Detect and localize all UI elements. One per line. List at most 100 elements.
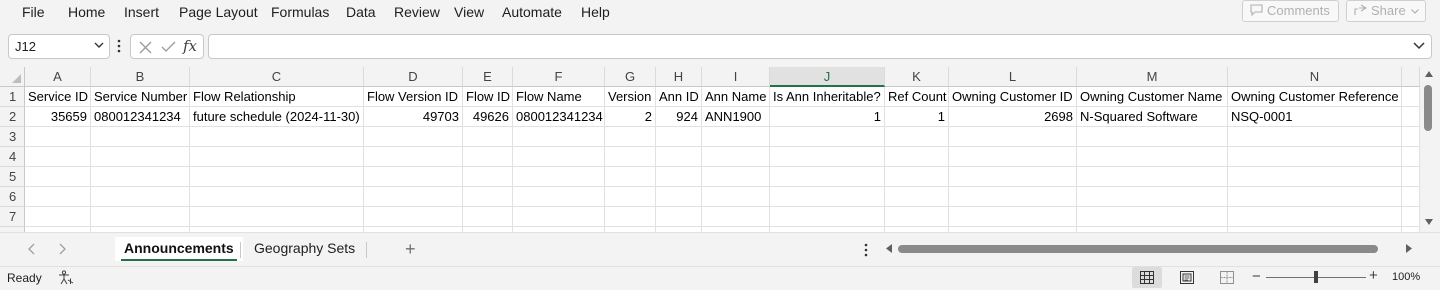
cell-c5[interactable] — [190, 167, 364, 187]
cell-l2[interactable]: 2698 — [949, 107, 1077, 127]
check-icon[interactable] — [161, 41, 176, 53]
header-cell-b[interactable]: Service Number — [91, 87, 190, 107]
header-cell-d[interactable]: Flow Version ID — [364, 87, 463, 107]
cell-o1[interactable] — [1402, 87, 1420, 107]
cell-j4[interactable] — [770, 147, 885, 167]
cell-a6[interactable] — [25, 187, 91, 207]
cell-h3[interactable] — [656, 127, 702, 147]
header-cell-f[interactable]: Flow Name — [513, 87, 605, 107]
cell-j6[interactable] — [770, 187, 885, 207]
column-header-j[interactable]: J — [770, 67, 885, 87]
cell-f3[interactable] — [513, 127, 605, 147]
previous-sheet-icon[interactable] — [27, 243, 35, 255]
cell-f7[interactable] — [513, 207, 605, 227]
cell-e3[interactable] — [463, 127, 513, 147]
header-cell-j[interactable]: Is Ann Inheritable? — [770, 87, 885, 107]
menu-file[interactable]: File — [22, 3, 45, 21]
menu-home[interactable]: Home — [68, 3, 105, 21]
cancel-icon[interactable] — [139, 41, 152, 54]
cell-i2[interactable]: ANN1900 — [702, 107, 770, 127]
cell-h5[interactable] — [656, 167, 702, 187]
column-header-f[interactable]: F — [513, 67, 605, 87]
cell-m7[interactable] — [1077, 207, 1228, 227]
header-cell-k[interactable]: Ref Count — [885, 87, 949, 107]
cell-n5[interactable] — [1228, 167, 1402, 187]
column-header-e[interactable]: E — [463, 67, 513, 87]
cell-c7[interactable] — [190, 207, 364, 227]
column-header-h[interactable]: H — [656, 67, 702, 87]
cell-g2[interactable]: 2 — [605, 107, 656, 127]
row-header-6[interactable]: 6 — [0, 187, 25, 207]
cell-l4[interactable] — [949, 147, 1077, 167]
menu-review[interactable]: Review — [394, 3, 440, 21]
cell-d6[interactable] — [364, 187, 463, 207]
cell-d4[interactable] — [364, 147, 463, 167]
cell-l5[interactable] — [949, 167, 1077, 187]
cell-k7[interactable] — [885, 207, 949, 227]
cell-o6[interactable] — [1402, 187, 1420, 207]
cell-c3[interactable] — [190, 127, 364, 147]
cell-h2[interactable]: 924 — [656, 107, 702, 127]
page-layout-view-button[interactable] — [1172, 267, 1202, 288]
cell-f6[interactable] — [513, 187, 605, 207]
column-header-k[interactable]: K — [885, 67, 949, 87]
cell-i5[interactable] — [702, 167, 770, 187]
vertical-scroll-thumb[interactable] — [1424, 85, 1432, 131]
row-header-5[interactable]: 5 — [0, 167, 25, 187]
more-vertical-icon[interactable] — [117, 39, 121, 53]
cell-d2[interactable]: 49703 — [364, 107, 463, 127]
menu-insert[interactable]: Insert — [124, 3, 159, 21]
cell-d3[interactable] — [364, 127, 463, 147]
cell-a2[interactable]: 35659 — [25, 107, 91, 127]
header-cell-l[interactable]: Owning Customer ID — [949, 87, 1077, 107]
cell-n3[interactable] — [1228, 127, 1402, 147]
cell-a7[interactable] — [25, 207, 91, 227]
cell-k4[interactable] — [885, 147, 949, 167]
horizontal-scrollbar[interactable] — [898, 245, 1398, 253]
cell-m4[interactable] — [1077, 147, 1228, 167]
cell-g6[interactable] — [605, 187, 656, 207]
cell-n7[interactable] — [1228, 207, 1402, 227]
cell-g4[interactable] — [605, 147, 656, 167]
cell-i7[interactable] — [702, 207, 770, 227]
page-break-preview-button[interactable] — [1212, 267, 1242, 288]
scroll-right-icon[interactable] — [1406, 244, 1412, 253]
cell-l6[interactable] — [949, 187, 1077, 207]
share-button[interactable]: Share — [1346, 0, 1426, 22]
cell-a4[interactable] — [25, 147, 91, 167]
menu-view[interactable]: View — [454, 3, 484, 21]
insert-function-icon[interactable]: fx — [183, 37, 197, 55]
cell-j7[interactable] — [770, 207, 885, 227]
cell-d5[interactable] — [364, 167, 463, 187]
more-vertical-icon[interactable] — [864, 243, 868, 257]
column-header-i[interactable]: I — [702, 67, 770, 87]
cell-j5[interactable] — [770, 167, 885, 187]
cell-j3[interactable] — [770, 127, 885, 147]
column-header-b[interactable]: B — [91, 67, 190, 87]
cell-i3[interactable] — [702, 127, 770, 147]
cell-f4[interactable] — [513, 147, 605, 167]
cell-c2[interactable]: future schedule (2024-11-30) — [190, 107, 364, 127]
formula-input[interactable] — [208, 34, 1432, 59]
zoom-slider-thumb[interactable] — [1314, 271, 1318, 283]
cell-h6[interactable] — [656, 187, 702, 207]
menu-page-layout[interactable]: Page Layout — [179, 3, 258, 21]
cell-e6[interactable] — [463, 187, 513, 207]
row-header-7[interactable]: 7 — [0, 207, 25, 227]
cell-g3[interactable] — [605, 127, 656, 147]
zoom-out-button[interactable]: − — [1252, 268, 1261, 285]
column-header-g[interactable]: G — [605, 67, 656, 87]
row-header-4[interactable]: 4 — [0, 147, 25, 167]
cell-d7[interactable] — [364, 207, 463, 227]
cell-o5[interactable] — [1402, 167, 1420, 187]
cell-o4[interactable] — [1402, 147, 1420, 167]
cell-m5[interactable] — [1077, 167, 1228, 187]
sheet-tab-geography-sets[interactable]: Geography Sets — [245, 237, 364, 261]
select-all-corner[interactable] — [0, 67, 25, 87]
accessibility-icon[interactable] — [58, 270, 74, 285]
cell-i6[interactable] — [702, 187, 770, 207]
cell-n2[interactable]: NSQ-0001 — [1228, 107, 1402, 127]
cell-b5[interactable] — [91, 167, 190, 187]
vertical-scrollbar[interactable] — [1420, 67, 1440, 232]
horizontal-scroll-thumb[interactable] — [898, 245, 1378, 253]
